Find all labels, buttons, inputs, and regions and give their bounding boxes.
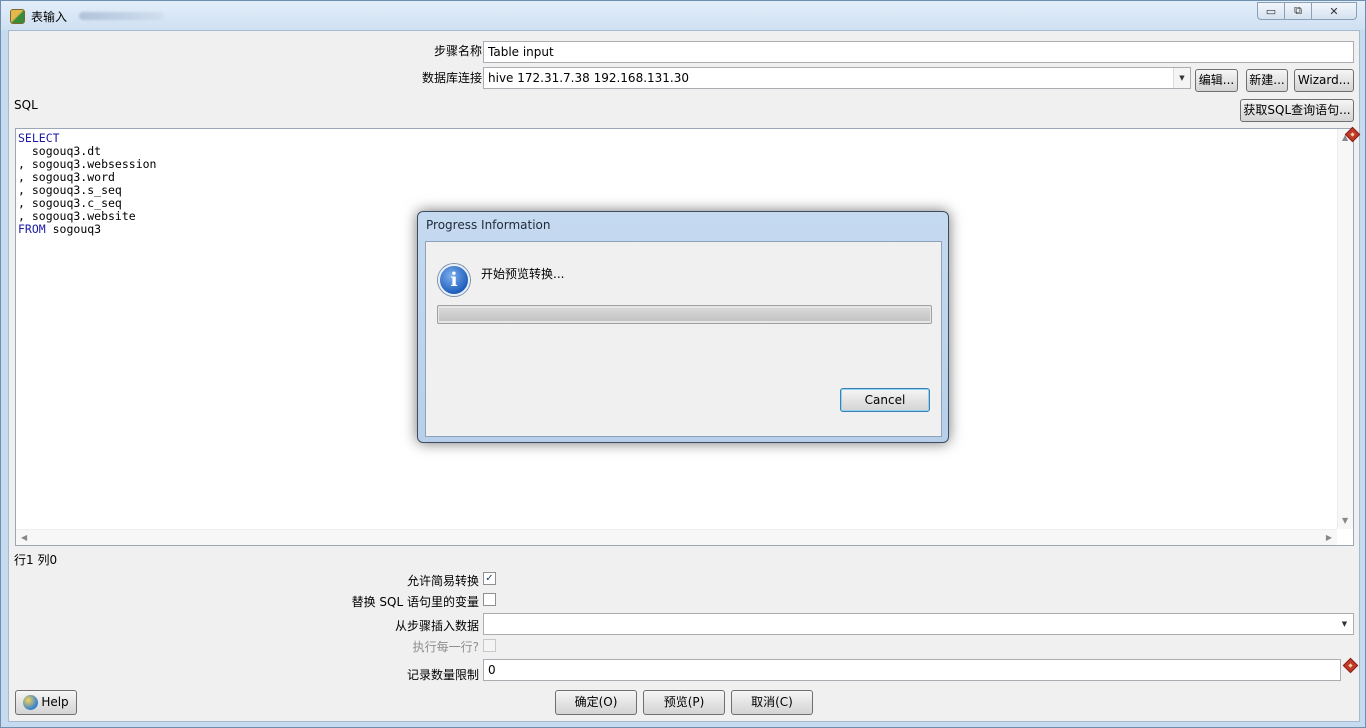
insert-from-step-select[interactable]: ▼ [483,613,1354,635]
app-icon [10,9,25,24]
cancel-main-button[interactable]: 取消(C) [731,690,813,715]
sql-text: , sogouq3.website [18,209,136,223]
step-name-input[interactable]: Table input [483,41,1354,63]
lazy-conversion-checkbox[interactable]: ✓ [483,572,496,585]
limit-label: 记录数量限制 [406,668,479,682]
sql-label: SQL [14,98,38,112]
sql-text: sogouq3.dt [18,144,102,158]
sql-text: , sogouq3.c_seq [18,196,122,210]
sql-code[interactable]: SELECT sogouq3.dt, sogouq3.websession, s… [18,132,156,236]
vertical-scrollbar[interactable]: ▲ ▼ [1337,129,1353,529]
preview-button[interactable]: 预览(P) [643,690,725,715]
replace-variables-label: 替换 SQL 语句里的变量 [351,595,479,609]
edit-connection-button[interactable]: 编辑... [1195,69,1238,92]
sql-text: , sogouq3.s_seq [18,183,122,197]
db-connection-label: 数据库连接 [421,71,482,85]
scroll-down-icon[interactable]: ▼ [1342,516,1348,525]
progress-track [439,308,930,321]
sql-text: , sogouq3.word [18,170,115,184]
db-connection-select[interactable]: hive 172.31.7.38 192.168.131.30 ▼ [483,67,1191,89]
window-controls: ▭ ⧉ ✕ [1257,2,1357,20]
sql-keyword: FROM [18,222,46,236]
sql-text: sogouq3 [45,222,102,236]
window-title: 表输入 [31,10,68,24]
step-name-label: 步骤名称 [433,44,482,58]
lazy-conversion-label: 允许简易转换 [406,574,479,588]
wizard-button[interactable]: Wizard... [1294,69,1354,92]
title-bar: 表输入 ▭ ⧉ ✕ [1,1,1365,30]
progress-cancel-button[interactable]: Cancel [840,388,930,412]
help-button-label: Help [41,695,69,709]
db-connection-value: hive 172.31.7.38 192.168.131.30 [488,71,689,85]
horizontal-scrollbar[interactable]: ◀ ▶ [16,529,1337,545]
progress-dialog-title: Progress Information [426,218,551,232]
insert-from-step-label: 从步骤插入数据 [394,619,479,633]
sql-text: , sogouq3.websession [18,157,157,171]
restore-button[interactable]: ⧉ [1284,2,1312,20]
help-button[interactable]: Help [15,690,77,715]
get-sql-button[interactable]: 获取SQL查询语句... [1240,99,1354,122]
limit-variable-icon [1342,657,1359,674]
sql-keyword: SELECT [18,131,60,145]
info-icon: i [438,264,470,296]
scroll-left-icon[interactable]: ◀ [21,533,27,542]
close-button[interactable]: ✕ [1311,2,1357,20]
execute-each-row-checkbox [483,639,496,652]
chevron-down-icon[interactable]: ▼ [1336,614,1353,634]
limit-input[interactable]: 0 [483,659,1341,681]
help-icon [23,695,38,710]
cursor-position: 行1 列0 [14,553,58,567]
execute-each-row-label: 执行每一行? [412,640,479,654]
progress-bar [437,305,932,324]
progress-message: 开始预览转换... [481,267,565,281]
replace-variables-checkbox[interactable] [483,593,496,606]
new-connection-button[interactable]: 新建... [1246,69,1288,92]
sql-line: FROM sogouq3 [18,223,156,236]
title-blurred-text [79,12,164,20]
minimize-button[interactable]: ▭ [1257,2,1285,20]
progress-dialog-body: i 开始预览转换... Cancel [425,241,942,437]
chevron-down-icon[interactable]: ▼ [1173,68,1190,88]
scroll-right-icon[interactable]: ▶ [1326,533,1332,542]
progress-dialog: Progress Information i 开始预览转换... Cancel [417,211,949,443]
ok-button[interactable]: 确定(O) [555,690,637,715]
